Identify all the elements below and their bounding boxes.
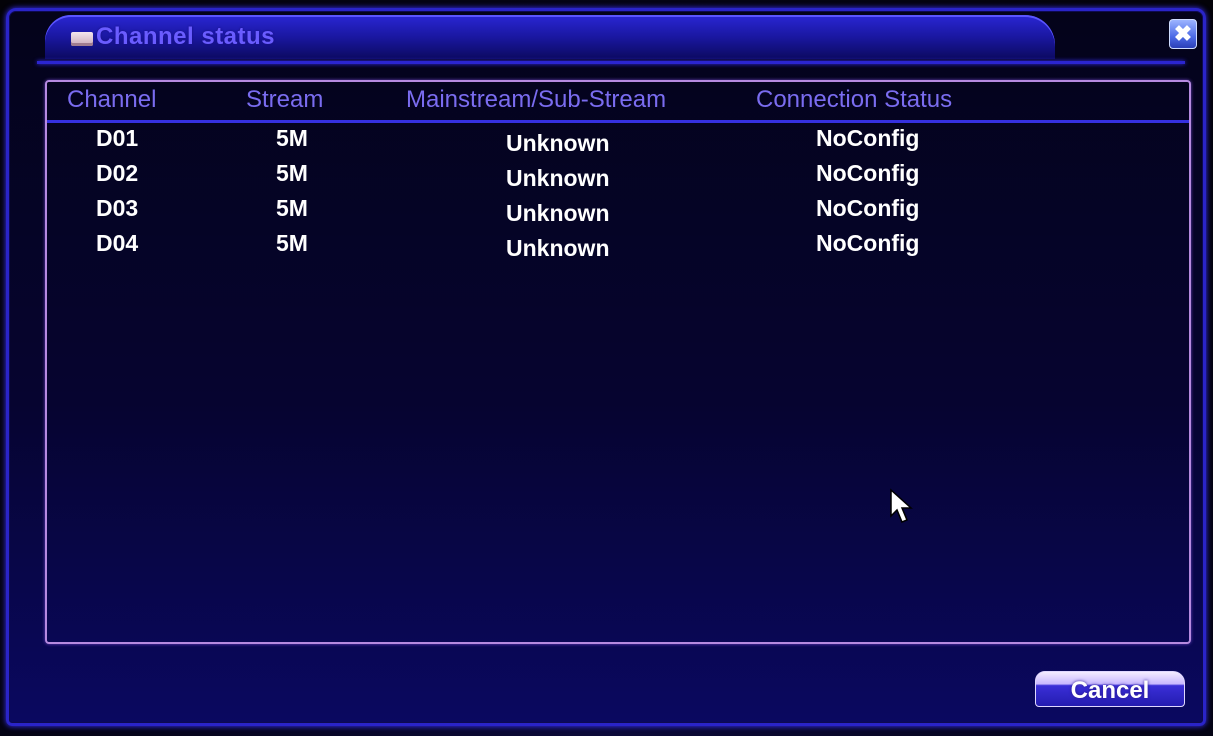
table-row[interactable]: D02 5M Unknown NoConfig (47, 160, 1189, 194)
cell-connection-status: NoConfig (816, 125, 920, 151)
channel-status-table: Channel Stream Mainstream/Sub-Stream Con… (45, 80, 1191, 644)
cell-channel: D03 (96, 195, 139, 221)
table-row[interactable]: D04 5M Unknown NoConfig (47, 230, 1189, 264)
channel-status-dialog: Channel status ✖ Channel Stream Mainstre… (6, 8, 1206, 726)
cell-stream: 5M (276, 160, 308, 186)
cell-substream: Unknown (506, 235, 610, 261)
cell-stream: 5M (276, 125, 308, 151)
mouse-pointer-icon (890, 488, 913, 523)
cell-connection-status: NoConfig (816, 160, 920, 186)
column-header-mainstream-substream: Mainstream/Sub-Stream (406, 86, 667, 113)
screen: Channel status ✖ Channel Stream Mainstre… (0, 0, 1213, 736)
cell-channel: D01 (96, 125, 139, 151)
cell-channel: D02 (96, 160, 139, 186)
cell-stream: 5M (276, 230, 308, 256)
column-header-stream: Stream (246, 86, 324, 113)
window-icon (71, 32, 93, 46)
cell-connection-status: NoConfig (816, 230, 920, 256)
cell-stream: 5M (276, 195, 308, 221)
cell-channel: D04 (96, 230, 139, 256)
cell-connection-status: NoConfig (816, 195, 920, 221)
cell-substream: Unknown (506, 165, 610, 191)
cell-substream: Unknown (506, 130, 610, 156)
column-header-channel: Channel (67, 86, 157, 113)
table-header: Channel Stream Mainstream/Sub-Stream Con… (47, 82, 1189, 123)
close-button[interactable]: ✖ (1169, 19, 1197, 49)
cell-substream: Unknown (506, 200, 610, 226)
dialog-title: Channel status (96, 23, 276, 50)
column-header-connection-status: Connection Status (756, 86, 953, 113)
title-divider (37, 61, 1185, 64)
cancel-button[interactable]: Cancel (1035, 671, 1185, 707)
table-row[interactable]: D03 5M Unknown NoConfig (47, 195, 1189, 229)
table-row[interactable]: D01 5M Unknown NoConfig (47, 125, 1189, 159)
